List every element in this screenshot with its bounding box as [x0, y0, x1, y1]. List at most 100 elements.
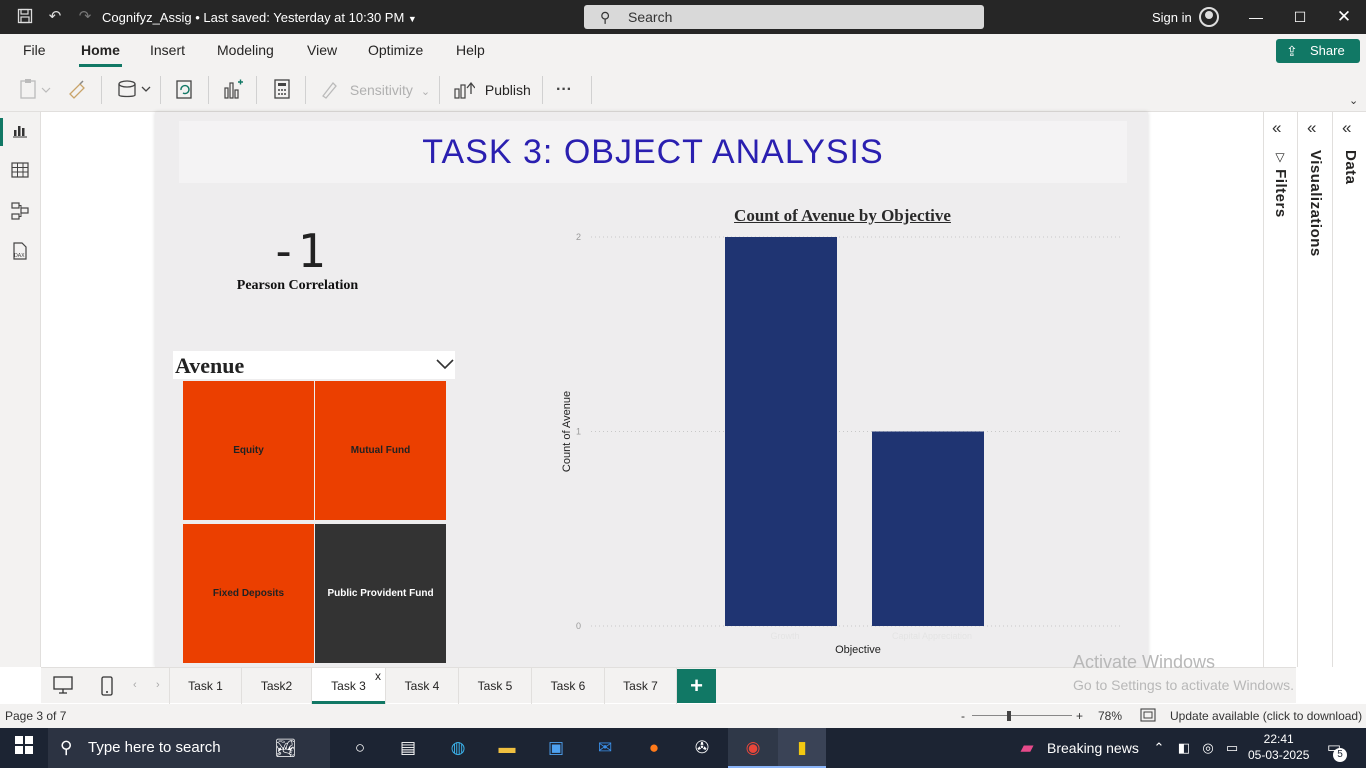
format-painter-icon[interactable] — [66, 78, 88, 102]
page-tab-active[interactable]: Task 3x — [312, 668, 386, 704]
power-bi-icon[interactable]: ▮ — [778, 728, 826, 768]
zoom-in-button[interactable]: + — [1076, 709, 1083, 723]
refresh-icon[interactable] — [174, 78, 196, 102]
tab-optimize[interactable]: Optimize — [368, 42, 423, 58]
filters-pane[interactable]: « ▽ Filters — [1264, 112, 1298, 667]
scroll-left-icon[interactable]: ‹ — [133, 679, 137, 691]
mail-icon[interactable]: ✉ — [593, 736, 617, 760]
page-tab[interactable]: Task 6 — [532, 668, 605, 704]
tab-file[interactable]: File — [23, 42, 46, 58]
chevron-down-icon[interactable] — [436, 355, 454, 373]
network-icon[interactable]: ◎ — [1196, 736, 1220, 760]
cortana-icon[interactable]: ○ — [348, 736, 372, 760]
chevron-down-icon[interactable]: ⌄ — [1349, 94, 1358, 107]
tab-view[interactable]: View — [307, 42, 337, 58]
zoom-slider-track[interactable] — [972, 715, 1072, 716]
news-icon[interactable]: ▰ — [1015, 736, 1039, 760]
avenue-slicer[interactable]: Avenue Equity Mutual Fund Fixed Deposits… — [173, 351, 455, 667]
slicer-tile-public-provident-fund[interactable]: Public Provident Fund — [315, 524, 446, 663]
chrome-icon[interactable]: ◉ — [728, 728, 778, 768]
news-widget[interactable]: Breaking news — [1047, 740, 1139, 756]
menu-bar: File Home Insert Modeling View Optimize … — [0, 34, 1366, 82]
tab-help[interactable]: Help — [456, 42, 485, 58]
ribbon-divider — [542, 76, 543, 104]
expand-chevron-icon[interactable]: « — [1342, 118, 1351, 138]
minimize-icon[interactable]: — — [1245, 6, 1267, 28]
y-tick-label: 2 — [576, 232, 581, 242]
table-view-icon[interactable] — [10, 162, 30, 182]
page-tab[interactable]: Task 1 — [169, 668, 242, 704]
get-data-icon[interactable] — [116, 78, 152, 102]
zoom-level[interactable]: 78% — [1098, 709, 1122, 723]
slicer-tile-mutual-fund[interactable]: Mutual Fund — [315, 381, 446, 520]
slicer-tile-label: Public Provident Fund — [327, 588, 434, 599]
model-view-icon[interactable] — [10, 202, 30, 222]
page-tab[interactable]: Task2 — [242, 668, 312, 704]
tab-home[interactable]: Home — [79, 42, 122, 67]
task-view-icon[interactable]: ▤ — [396, 736, 420, 760]
report-page[interactable]: TASK 3: OBJECT ANALYSIS -1 Pearson Corre… — [155, 112, 1148, 667]
add-page-button[interactable]: + — [677, 669, 716, 703]
visualizations-pane[interactable]: « Visualizations — [1299, 112, 1333, 667]
sensitivity-button[interactable]: Sensitivity ⌄ — [320, 78, 430, 102]
zoom-slider-thumb[interactable] — [1007, 711, 1011, 721]
tab-insert[interactable]: Insert — [150, 42, 185, 58]
page-tab[interactable]: Task 7 — [605, 668, 677, 704]
edge-icon[interactable]: ◍ — [446, 736, 470, 760]
desktop-layout-icon[interactable] — [53, 676, 73, 698]
save-icon[interactable] — [16, 8, 34, 26]
y-tick-label: 0 — [576, 621, 581, 631]
bar-chart-visual[interactable]: Count of Avenue by Objective 0 1 2 Growth Ca… — [555, 202, 1135, 662]
slicer-tile-fixed-deposits[interactable]: Fixed Deposits — [183, 524, 314, 663]
share-button[interactable]: ⇪ Share ⌄ — [1276, 39, 1360, 82]
mobile-layout-icon[interactable] — [101, 676, 113, 700]
update-available-link[interactable]: Update available (click to download) — [1170, 709, 1362, 723]
report-title-box[interactable]: TASK 3: OBJECT ANALYSIS — [179, 121, 1127, 183]
y-tick-label: 1 — [576, 427, 581, 437]
data-pane[interactable]: « Data — [1334, 112, 1366, 667]
file-explorer-icon[interactable]: ▬ — [495, 736, 519, 760]
store-icon[interactable]: ▣ — [544, 736, 568, 760]
activate-windows-watermark: Activate Windows Go to Settings to activ… — [1073, 652, 1294, 693]
x-tick-label: Capital Appreciation — [892, 631, 972, 641]
expand-chevron-icon[interactable]: « — [1307, 118, 1316, 138]
sign-in-link[interactable]: Sign in — [1152, 10, 1192, 25]
search-box[interactable]: ⚲ Search — [584, 5, 984, 29]
fit-to-page-icon[interactable] — [1140, 708, 1156, 725]
new-visual-icon[interactable] — [222, 78, 244, 102]
undo-icon[interactable]: ↶ — [46, 8, 64, 26]
close-tab-icon[interactable]: x — [375, 658, 381, 694]
tab-modeling[interactable]: Modeling — [217, 42, 274, 58]
slicer-tile-equity[interactable]: Equity — [183, 381, 314, 520]
close-icon[interactable]: ✕ — [1333, 6, 1355, 28]
redo-icon[interactable]: ↷ — [76, 8, 94, 26]
avatar-icon[interactable] — [1199, 7, 1219, 27]
document-title-text: Cognifyz_Assig • Last saved: Yesterday a… — [102, 10, 405, 25]
paste-icon[interactable] — [18, 78, 52, 102]
document-title[interactable]: Cognifyz_Assig • Last saved: Yesterday a… — [102, 10, 417, 25]
media-app-icon[interactable]: ✇ — [690, 736, 714, 760]
publish-button[interactable]: Publish — [453, 78, 531, 102]
maximize-icon[interactable]: ☐ — [1289, 6, 1311, 28]
page-tab[interactable]: Task 4 — [386, 668, 459, 704]
zoom-out-button[interactable]: - — [961, 709, 965, 723]
scroll-right-icon[interactable]: › — [156, 679, 160, 691]
page-tab[interactable]: Task 5 — [459, 668, 532, 704]
search-icon: ⚲ — [600, 9, 611, 25]
meet-now-icon[interactable]: ◧ — [1172, 736, 1196, 760]
taskbar-search[interactable]: ⚲ Type here to search 🏞 — [48, 728, 330, 768]
chevron-down-icon[interactable]: ▼ — [408, 14, 417, 24]
more-options-button[interactable]: ··· — [556, 78, 572, 102]
display-icon[interactable]: ▭ — [1220, 736, 1244, 760]
dax-query-view-icon[interactable]: DAX — [10, 242, 30, 262]
expand-chevron-icon[interactable]: « — [1272, 118, 1281, 138]
calculator-icon[interactable] — [271, 78, 293, 102]
windows-start-icon[interactable] — [12, 736, 36, 760]
firefox-icon[interactable]: ● — [642, 736, 666, 760]
bar[interactable] — [725, 237, 837, 626]
card-visual[interactable]: -1 Pearson Correlation — [215, 224, 380, 304]
show-hidden-icons-icon[interactable]: ⌃ — [1147, 736, 1171, 760]
bar[interactable] — [872, 431, 984, 627]
report-view-icon[interactable] — [0, 118, 30, 146]
system-clock[interactable]: 22:41 05-03-2025 — [1248, 731, 1309, 763]
